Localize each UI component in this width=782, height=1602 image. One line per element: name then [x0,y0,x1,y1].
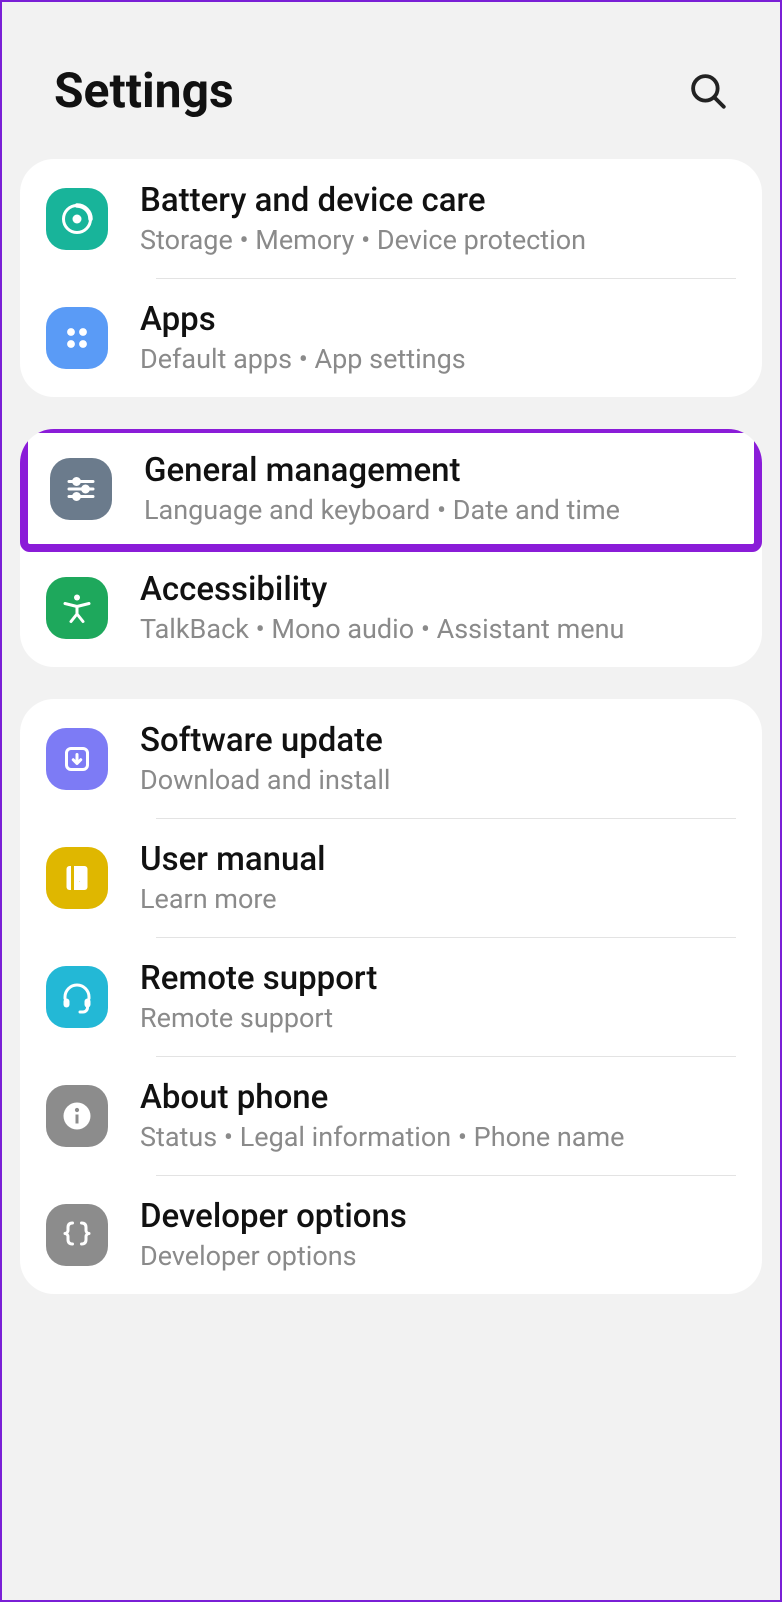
settings-group: Battery and device care Storage • Memory … [20,159,762,397]
row-title: User manual [140,840,736,879]
row-title: Remote support [140,959,736,998]
row-title: Developer options [140,1197,736,1236]
sliders-icon [50,458,112,520]
row-subtitle: Developer options [140,1240,736,1272]
update-icon [46,728,108,790]
settings-row-software-update[interactable]: Software update Download and install [20,699,762,818]
search-icon [687,70,729,112]
header: Settings [2,2,780,159]
apps-icon [46,307,108,369]
settings-list: Battery and device care Storage • Memory … [2,159,780,1294]
settings-row-about-phone[interactable]: About phone Status • Legal information • … [20,1056,762,1175]
row-subtitle: Remote support [140,1002,736,1034]
settings-group: Software update Download and install? User… [20,699,762,1294]
row-title: Apps [140,300,736,339]
search-button[interactable] [684,67,732,115]
settings-row-apps[interactable]: Apps Default apps • App settings [20,278,762,397]
row-subtitle: Default apps • App settings [140,343,736,375]
svg-text:?: ? [76,868,83,886]
settings-row-user-manual[interactable]: ? User manual Learn more [20,818,762,937]
settings-row-developer-options[interactable]: Developer options Developer options [20,1175,762,1294]
info-icon [46,1085,108,1147]
settings-row-battery-and-device-care[interactable]: Battery and device care Storage • Memory … [20,159,762,278]
row-title: Software update [140,721,736,760]
settings-row-remote-support[interactable]: Remote support Remote support [20,937,762,1056]
page-title: Settings [54,62,234,119]
row-subtitle: Storage • Memory • Device protection [140,224,736,256]
battery-care-icon [46,188,108,250]
row-subtitle: Download and install [140,764,736,796]
row-title: Battery and device care [140,181,736,220]
row-title: General management [144,451,732,490]
row-subtitle: Learn more [140,883,736,915]
row-subtitle: TalkBack • Mono audio • Assistant menu [140,613,736,645]
braces-icon [46,1204,108,1266]
row-subtitle: Language and keyboard • Date and time [144,494,732,526]
settings-group: General management Language and keyboard … [20,429,762,667]
row-title: Accessibility [140,570,736,609]
accessibility-icon [46,577,108,639]
manual-icon: ? [46,847,108,909]
settings-row-general-management[interactable]: General management Language and keyboard … [24,429,758,548]
row-title: About phone [140,1078,736,1117]
settings-row-accessibility[interactable]: Accessibility TalkBack • Mono audio • Ass… [20,548,762,667]
row-subtitle: Status • Legal information • Phone name [140,1121,736,1153]
headset-icon [46,966,108,1028]
